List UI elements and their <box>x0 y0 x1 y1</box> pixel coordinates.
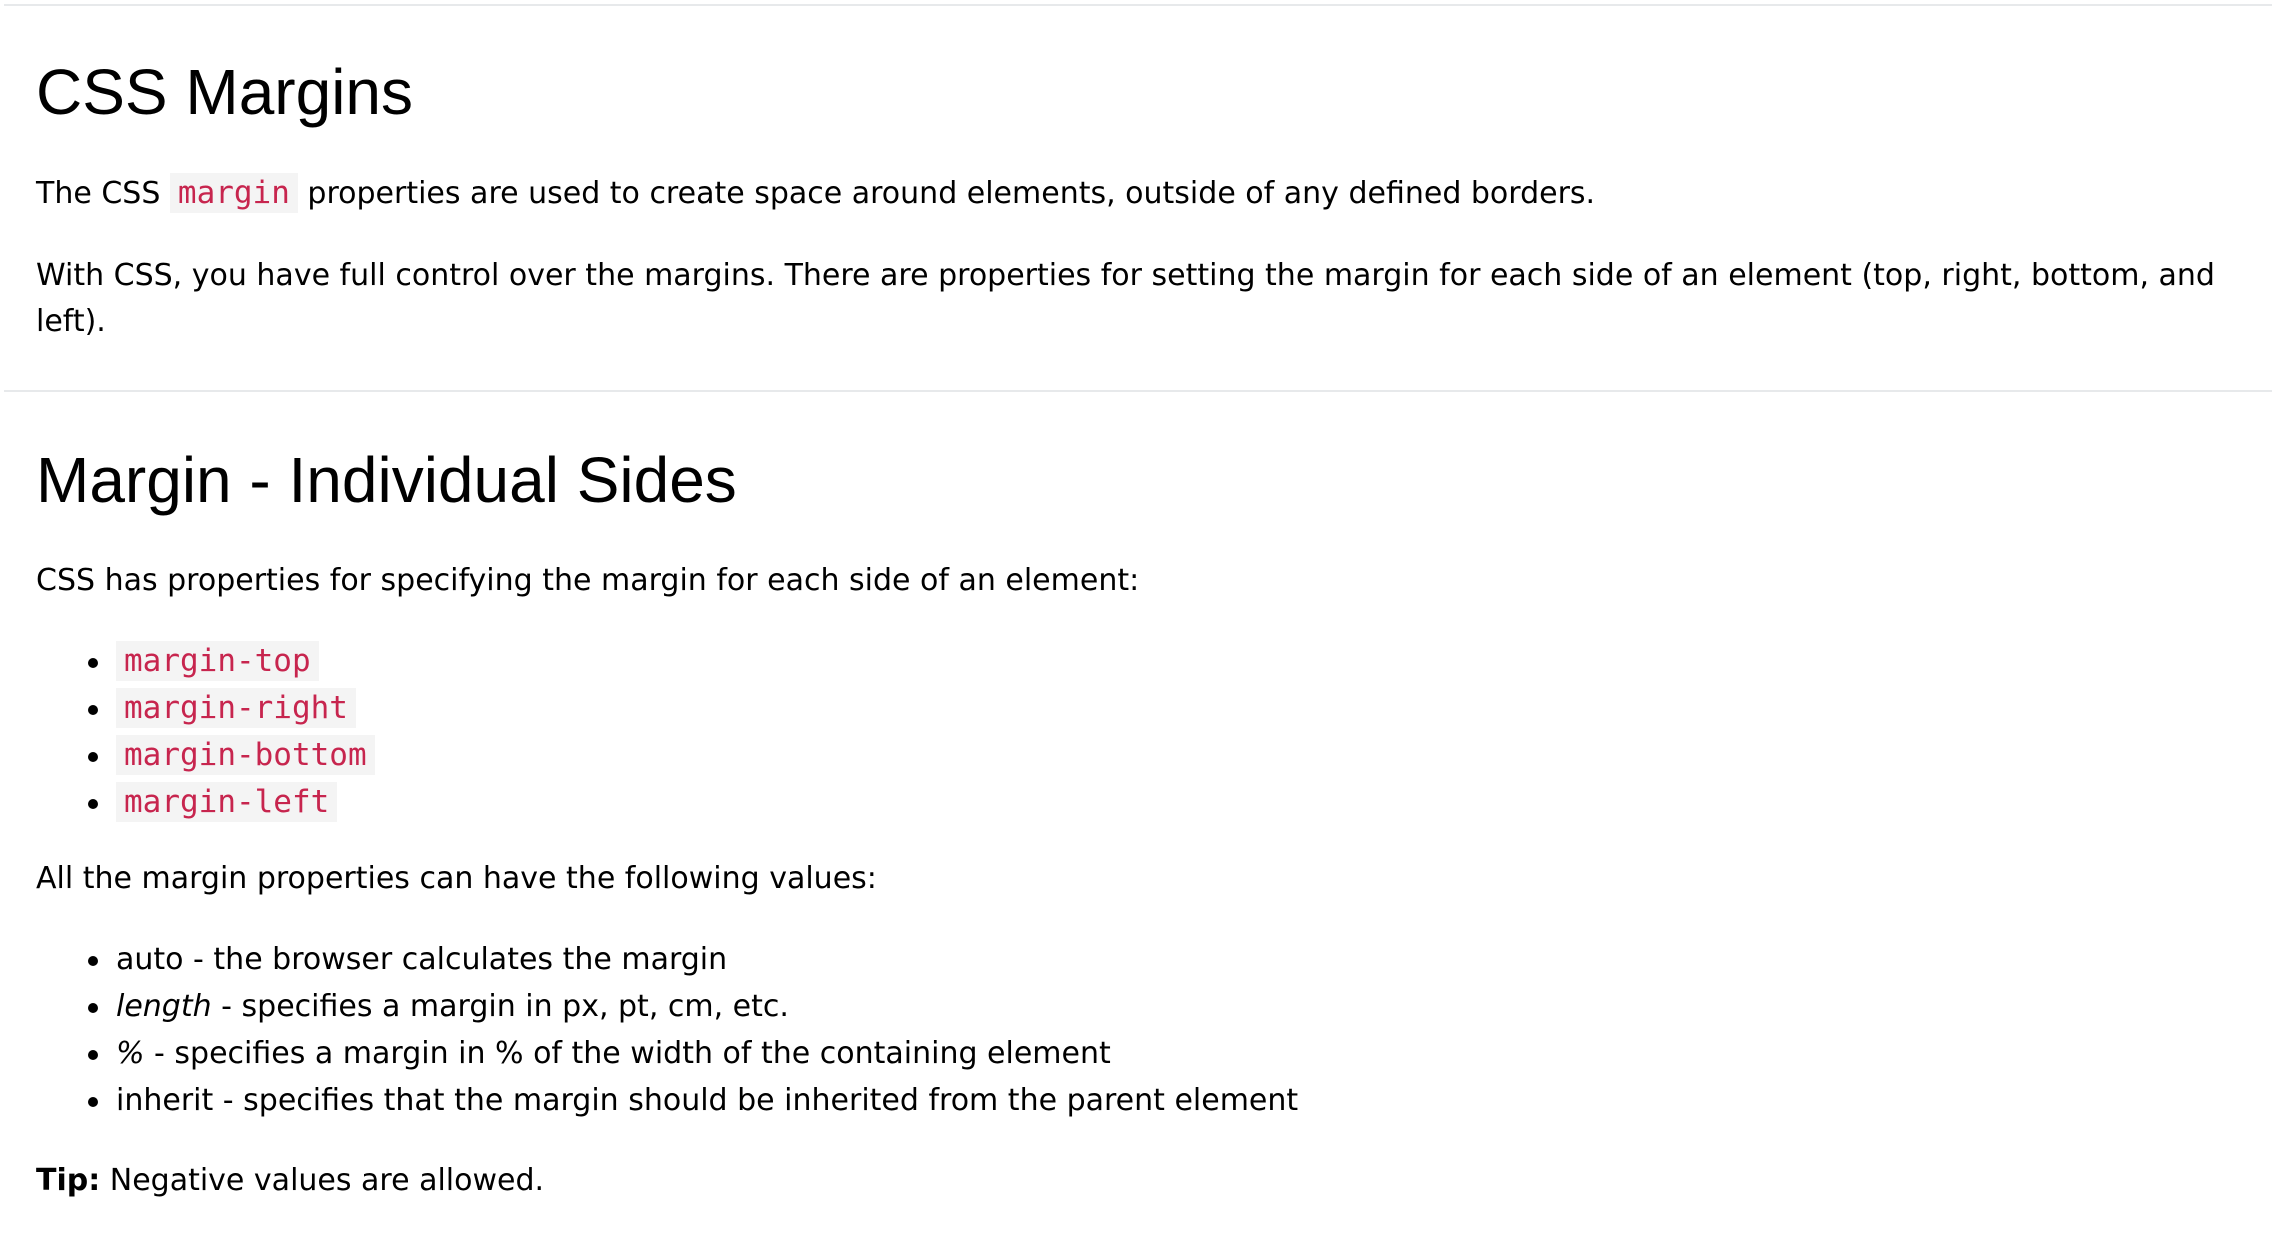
list-item: margin-top <box>88 638 2242 685</box>
value-term: % <box>116 1036 145 1071</box>
property-code: margin-top <box>116 641 319 681</box>
list-item: inherit - specifies that the margin shou… <box>88 1077 2242 1124</box>
list-item: auto - the browser calculates the margin <box>88 936 2242 983</box>
section-individual-sides: Margin - Individual Sides CSS has proper… <box>36 440 2242 1204</box>
property-code: margin-left <box>116 782 338 822</box>
intro-text-after: properties are used to create space arou… <box>297 176 1596 211</box>
page: CSS Margins The CSS margin properties ar… <box>0 0 2272 1236</box>
property-code: margin-bottom <box>116 735 375 775</box>
value-desc: - specifies that the margin should be in… <box>213 1083 1299 1118</box>
intro-text-before: The CSS <box>36 176 170 211</box>
value-desc: - specifies a margin in % of the width o… <box>144 1036 1111 1071</box>
list-item: length - specifies a margin in px, pt, c… <box>88 983 2242 1030</box>
top-divider <box>4 4 2272 6</box>
property-code: margin-right <box>116 688 356 728</box>
tip-paragraph: Tip: Negative values are allowed. <box>36 1158 2242 1204</box>
value-term: length <box>116 989 212 1024</box>
page-title: CSS Margins <box>36 56 413 128</box>
list-item: % - specifies a margin in % of the width… <box>88 1030 2242 1077</box>
section-title: Margin - Individual Sides <box>36 444 737 516</box>
value-term: inherit <box>116 1083 214 1118</box>
value-desc: - the browser calculates the margin <box>183 942 728 977</box>
margin-code: margin <box>169 173 298 213</box>
value-desc: - specifies a margin in px, pt, cm, etc. <box>211 989 789 1024</box>
control-paragraph: With CSS, you have full control over the… <box>36 258 2215 339</box>
list-item: margin-left <box>88 779 2242 826</box>
tip-label: Tip: <box>36 1163 101 1198</box>
values-intro-paragraph: All the margin properties can have the f… <box>36 861 877 896</box>
list-item: margin-right <box>88 685 2242 732</box>
section-css-margins: CSS Margins The CSS margin properties ar… <box>36 52 2242 345</box>
sides-intro-paragraph: CSS has properties for specifying the ma… <box>36 563 1140 598</box>
intro-paragraph: The CSS margin properties are used to cr… <box>36 170 2242 217</box>
value-term: auto <box>116 942 184 977</box>
tip-text: Negative values are allowed. <box>100 1163 545 1198</box>
section-divider <box>4 390 2272 392</box>
margin-properties-list: margin-top margin-right margin-bottom ma… <box>36 638 2242 826</box>
list-item: margin-bottom <box>88 732 2242 779</box>
margin-values-list: auto - the browser calculates the margin… <box>36 936 2242 1124</box>
